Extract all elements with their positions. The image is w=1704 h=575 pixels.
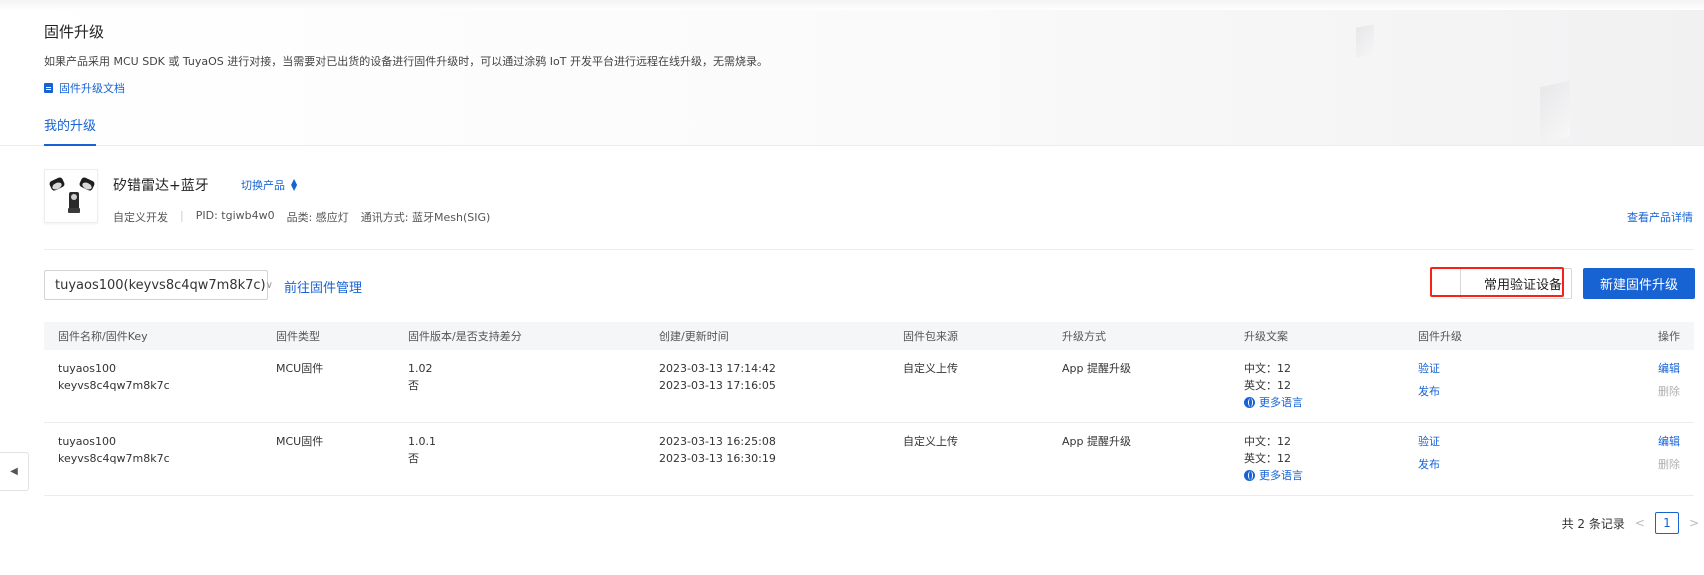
caret-left-icon: ◀ bbox=[10, 466, 18, 477]
switch-product-label: 切换产品 bbox=[241, 179, 285, 192]
publish-link[interactable]: 发布 bbox=[1418, 383, 1570, 400]
section-divider bbox=[44, 249, 1694, 250]
tab-my-upgrades[interactable]: 我的升级 bbox=[44, 115, 97, 146]
upgrade-actions-cell: 验证 发布 bbox=[1404, 350, 1584, 423]
more-languages-link[interactable]: 更多语言 bbox=[1244, 394, 1303, 411]
firmware-select-value: tuyaos100(keyvs8c4qw7m8k7c) bbox=[55, 277, 266, 293]
product-pid: PID: tgiwb4w0 bbox=[195, 209, 275, 222]
page-number-current[interactable]: 1 bbox=[1654, 512, 1679, 534]
copy-chinese: 中文：12 bbox=[1244, 362, 1291, 375]
operations-cell: 编辑 删除 bbox=[1584, 422, 1694, 496]
verify-link[interactable]: 验证 bbox=[1418, 433, 1570, 450]
decor-shape bbox=[1356, 24, 1374, 58]
page-title: 固件升级 bbox=[44, 23, 105, 41]
column-header: 固件版本/是否支持差分 bbox=[394, 322, 645, 350]
product-dev-type: 自定义开发 bbox=[113, 211, 168, 224]
sort-caret-icon: ▲ ▼ bbox=[291, 177, 298, 192]
copy-chinese: 中文：12 bbox=[1244, 435, 1291, 448]
firmware-version-cell: 1.02 否 bbox=[394, 350, 645, 423]
created-time: 2023-03-13 16:25:08 bbox=[659, 435, 776, 448]
publish-link[interactable]: 发布 bbox=[1418, 456, 1570, 473]
product-image bbox=[44, 169, 98, 223]
decor-shape bbox=[1540, 80, 1570, 144]
edit-link[interactable]: 编辑 bbox=[1598, 433, 1680, 450]
document-icon bbox=[44, 83, 53, 93]
view-product-details-link[interactable]: 查看产品详情 bbox=[1627, 209, 1693, 225]
diff-support: 否 bbox=[408, 379, 419, 392]
created-time: 2023-03-13 17:14:42 bbox=[659, 362, 776, 375]
column-header: 创建/更新时间 bbox=[645, 322, 889, 350]
top-shadow bbox=[0, 0, 1704, 10]
timestamps-cell: 2023-03-13 16:25:08 2023-03-13 16:30:19 bbox=[645, 422, 889, 496]
upgrade-actions-cell: 验证 发布 bbox=[1404, 422, 1584, 496]
more-languages-label: 更多语言 bbox=[1259, 396, 1303, 409]
firmware-doc-link[interactable]: 固件升级文档 bbox=[44, 80, 125, 96]
product-name: 矽错雷达+蓝牙 bbox=[113, 178, 209, 194]
package-source: 自定义上传 bbox=[889, 422, 1048, 496]
column-header: 升级文案 bbox=[1230, 322, 1404, 350]
firmware-name: tuyaos100 bbox=[58, 435, 116, 448]
firmware-type: MCU固件 bbox=[262, 422, 394, 496]
column-header: 固件类型 bbox=[262, 322, 394, 350]
goto-firmware-management-link[interactable]: 前往固件管理 bbox=[284, 277, 362, 296]
header-background bbox=[0, 0, 1704, 146]
firmware-version-cell: 1.0.1 否 bbox=[394, 422, 645, 496]
more-languages-label: 更多语言 bbox=[1259, 469, 1303, 482]
edit-link[interactable]: 编辑 bbox=[1598, 360, 1680, 377]
diff-support: 否 bbox=[408, 452, 419, 465]
switch-product-button[interactable]: 切换产品 ▲ ▼ bbox=[241, 177, 298, 193]
globe-icon bbox=[1244, 397, 1255, 408]
firmware-table: 固件名称/固件Key 固件类型 固件版本/是否支持差分 创建/更新时间 固件包来… bbox=[44, 322, 1694, 496]
table-header-row: 固件名称/固件Key 固件类型 固件版本/是否支持差分 创建/更新时间 固件包来… bbox=[44, 322, 1694, 350]
product-protocol: 通讯方式: 蓝牙Mesh(SIG) bbox=[360, 211, 491, 224]
column-header: 操作 bbox=[1584, 322, 1694, 350]
column-header: 固件名称/固件Key bbox=[44, 322, 262, 350]
copy-english: 英文：12 bbox=[1244, 379, 1291, 392]
firmware-version: 1.02 bbox=[408, 362, 433, 375]
updated-time: 2023-03-13 17:16:05 bbox=[659, 379, 776, 392]
highlight-annotation bbox=[1430, 267, 1564, 297]
more-languages-link[interactable]: 更多语言 bbox=[1244, 467, 1303, 484]
firmware-type: MCU固件 bbox=[262, 350, 394, 423]
firmware-upgrade-page: 固件升级 如果产品采用 MCU SDK 或 TuyaOS 进行对接，当需要对已出… bbox=[0, 0, 1704, 575]
globe-icon bbox=[1244, 470, 1255, 481]
pagination: 共 2 条记录 < 1 > bbox=[1562, 512, 1699, 534]
firmware-select[interactable]: tuyaos100(keyvs8c4qw7m8k7c) ∨ bbox=[44, 270, 273, 300]
meta-separator: | bbox=[180, 209, 184, 222]
operations-cell: 编辑 删除 bbox=[1584, 350, 1694, 423]
sidebar-collapse-toggle[interactable]: ◀ bbox=[0, 452, 29, 491]
package-source: 自定义上传 bbox=[889, 350, 1048, 423]
column-header: 固件包来源 bbox=[889, 322, 1048, 350]
product-category: 品类: 感应灯 bbox=[286, 211, 349, 224]
verify-link[interactable]: 验证 bbox=[1418, 360, 1570, 377]
upgrade-method: App 提醒升级 bbox=[1048, 350, 1230, 423]
upgrade-copy-cell: 中文：12 英文：12 更多语言 bbox=[1230, 422, 1404, 496]
firmware-key: keyvs8c4qw7m8k7c bbox=[58, 452, 170, 465]
firmware-name-cell: tuyaos100 keyvs8c4qw7m8k7c bbox=[44, 350, 262, 423]
column-header: 固件升级 bbox=[1404, 322, 1584, 350]
upgrade-copy-cell: 中文：12 英文：12 更多语言 bbox=[1230, 350, 1404, 423]
table-row: tuyaos100 keyvs8c4qw7m8k7c MCU固件 1.02 否 … bbox=[44, 350, 1694, 423]
column-header: 升级方式 bbox=[1048, 322, 1230, 350]
delete-link[interactable]: 删除 bbox=[1598, 383, 1680, 400]
page-description: 如果产品采用 MCU SDK 或 TuyaOS 进行对接，当需要对已出货的设备进… bbox=[44, 55, 768, 68]
upgrade-method: App 提醒升级 bbox=[1048, 422, 1230, 496]
firmware-version: 1.0.1 bbox=[408, 435, 436, 448]
table-row: tuyaos100 keyvs8c4qw7m8k7c MCU固件 1.0.1 否… bbox=[44, 422, 1694, 496]
delete-link[interactable]: 删除 bbox=[1598, 456, 1680, 473]
product-lamp-icon bbox=[49, 177, 95, 213]
product-meta: 自定义开发 | PID: tgiwb4w0 品类: 感应灯 通讯方式: 蓝牙Me… bbox=[113, 209, 502, 225]
next-page-button[interactable]: > bbox=[1689, 516, 1699, 530]
firmware-name: tuyaos100 bbox=[58, 362, 116, 375]
prev-page-button[interactable]: < bbox=[1635, 516, 1645, 530]
firmware-doc-link-label: 固件升级文档 bbox=[59, 82, 125, 95]
updated-time: 2023-03-13 16:30:19 bbox=[659, 452, 776, 465]
copy-english: 英文：12 bbox=[1244, 452, 1291, 465]
new-firmware-upgrade-button[interactable]: 新建固件升级 bbox=[1583, 268, 1695, 299]
firmware-name-cell: tuyaos100 keyvs8c4qw7m8k7c bbox=[44, 422, 262, 496]
chevron-down-icon: ∨ bbox=[265, 279, 273, 291]
timestamps-cell: 2023-03-13 17:14:42 2023-03-13 17:16:05 bbox=[645, 350, 889, 423]
total-records: 共 2 条记录 bbox=[1561, 516, 1625, 531]
firmware-key: keyvs8c4qw7m8k7c bbox=[58, 379, 170, 392]
